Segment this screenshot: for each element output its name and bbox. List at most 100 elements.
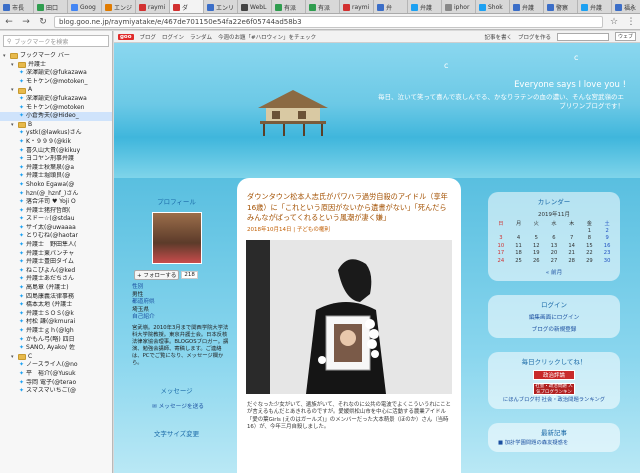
bookmark-item[interactable]: ✦ 四島康義法律事務 — [0, 293, 112, 302]
login-link[interactable]: 編集画面にログイン — [492, 313, 616, 321]
bookmark-item[interactable]: ✦ 弁護士あだちさん — [0, 275, 112, 284]
calendar-day[interactable]: 27 — [545, 257, 563, 264]
expand-icon[interactable]: ▾ — [11, 121, 16, 130]
calendar-day[interactable]: 6 — [545, 235, 563, 242]
bookmark-folder[interactable]: ▾ 弁護士 — [0, 61, 112, 70]
bookmark-folder[interactable]: ▾ C — [0, 353, 112, 362]
toolbar-link-random[interactable]: ランダム — [190, 33, 212, 41]
browser-tab[interactable]: 田口 — [34, 0, 68, 13]
ranking-banner-2[interactable]: 社会・政治問題 人気ブログランキング — [533, 383, 575, 401]
bookmark-item[interactable]: ✦ 弁護士秋葉泉(@a — [0, 164, 112, 173]
profile-line[interactable]: 都道府県 — [132, 299, 235, 307]
calendar-day[interactable]: 11 — [510, 242, 528, 249]
bookmark-item[interactable]: ✦ 高島章 (弁護士) — [0, 284, 112, 293]
calendar-day[interactable]: 25 — [510, 257, 528, 264]
reload-icon[interactable]: ↻ — [37, 16, 49, 28]
calendar-day[interactable]: 21 — [563, 250, 581, 257]
calendar-day[interactable]: 16 — [598, 242, 616, 249]
browser-tab[interactable]: エンジ — [102, 0, 136, 13]
calendar-day[interactable]: 18 — [510, 250, 528, 257]
bookmark-item[interactable]: ✦ 橋本太地 (弁護士 — [0, 301, 112, 310]
expand-icon[interactable]: ▾ — [3, 52, 8, 61]
follow-button[interactable]: + フォローする — [134, 270, 180, 280]
calendar-day[interactable]: 13 — [545, 242, 563, 249]
bookmark-item[interactable]: ✦ サイ太(@uwaaaa — [0, 224, 112, 233]
browser-tab[interactable]: raymi — [136, 0, 170, 13]
calendar-day[interactable]: 14 — [563, 242, 581, 249]
calendar-day[interactable]: 23 — [598, 250, 616, 257]
browser-tab[interactable]: 弁護 — [510, 0, 544, 13]
calendar-day[interactable]: 3 — [492, 235, 510, 242]
bookmark-item[interactable]: ✦ K・９９９(@kik — [0, 138, 112, 147]
calendar-day[interactable]: 2 — [598, 227, 616, 234]
toolbar-link-login[interactable]: ログイン — [162, 33, 184, 41]
bookmark-item[interactable]: ✦ とりむね(@haotar — [0, 232, 112, 241]
bookmark-item[interactable]: ✦ 弁護士豊田タイム — [0, 258, 112, 267]
bookmark-item[interactable]: ✦ 喜久山大貴(@kikuy — [0, 147, 112, 156]
calendar-day[interactable]: 5 — [527, 235, 545, 242]
bookmark-folder[interactable]: ▾ B — [0, 121, 112, 130]
bookmark-folder[interactable]: ▾ A — [0, 86, 112, 95]
bookmark-item[interactable]: ✦ 弁護士堀頭良(@ — [0, 172, 112, 181]
bookmark-item[interactable]: ✦ 深澤諭史(@fukazawa — [0, 69, 112, 78]
calendar-day[interactable]: 4 — [510, 235, 528, 242]
calendar-day[interactable]: 12 — [527, 242, 545, 249]
bookmark-item[interactable]: ✦ 弁護士猪狩哲朗( — [0, 207, 112, 216]
blog-title[interactable]: Everyone says I love you ! — [514, 80, 626, 90]
search-scope-select[interactable]: ウェブ — [614, 32, 636, 41]
browser-tab[interactable]: iphor — [442, 0, 476, 13]
calendar-day[interactable]: 26 — [527, 257, 545, 264]
calendar-day[interactable]: 15 — [581, 242, 599, 249]
calendar-prev-link[interactable]: « 前月 — [492, 268, 616, 276]
bookmark-item[interactable]: ✦ 平 裕介(@Yusuk — [0, 370, 112, 379]
browser-tab[interactable]: 弁護 — [578, 0, 612, 13]
recent-item[interactable]: ■ 加計学園問題の森友疑惑を — [498, 440, 616, 447]
bookmark-item[interactable]: ✦ 小倉秀夫(@Hideo_ — [0, 112, 112, 121]
browser-tab[interactable]: 有派 — [306, 0, 340, 13]
calendar-day[interactable]: 9 — [598, 235, 616, 242]
register-link[interactable]: ブログの新規登録 — [492, 325, 616, 333]
browser-tab[interactable]: Goog — [68, 0, 102, 13]
calendar-day[interactable]: 29 — [581, 257, 599, 264]
expand-icon[interactable]: ▾ — [11, 353, 16, 362]
bookmark-item[interactable]: ✦ スドー☆(@stdau — [0, 215, 112, 224]
calendar-day[interactable]: 20 — [545, 250, 563, 257]
back-icon[interactable]: ← — [3, 16, 15, 28]
bookmark-item[interactable]: ✦ かもん弓(略) 四日 — [0, 336, 112, 345]
calendar-day[interactable]: 7 — [563, 235, 581, 242]
toolbar-link-create[interactable]: ブログを作る — [518, 33, 551, 41]
toolbar-link-topic[interactable]: 今週のお題「#ハロウィン」をチェック — [218, 33, 316, 41]
toolbar-link-blog[interactable]: ブログ — [140, 33, 157, 41]
browser-tab[interactable]: 弁 — [374, 0, 408, 13]
browser-tab[interactable]: ダ — [170, 0, 204, 13]
bookmark-item[interactable]: ✦ 落合洋司 ♥ Yoji O — [0, 198, 112, 207]
bookmark-item[interactable]: ✦ ystk(@lawkus)さん — [0, 129, 112, 138]
bookmark-item[interactable]: ✦ SANO, Ayako/ 佐 — [0, 344, 112, 353]
calendar-day[interactable]: 8 — [581, 235, 599, 242]
bookmark-item[interactable]: ✦ ノースライ人(@no — [0, 361, 112, 370]
profile-line[interactable]: 性別 — [132, 284, 235, 292]
calendar-day[interactable]: 19 — [527, 250, 545, 257]
post-category[interactable]: 子どもの権利 — [297, 227, 330, 233]
calendar-day[interactable]: 28 — [563, 257, 581, 264]
bookmark-item[interactable]: ✦ モトケン(@motoken — [0, 104, 112, 113]
calendar-day[interactable]: 10 — [492, 242, 510, 249]
calendar-day[interactable]: 1 — [581, 227, 599, 234]
calendar-day[interactable]: 24 — [492, 257, 510, 264]
expand-icon[interactable]: ▾ — [11, 86, 16, 95]
bookmark-item[interactable]: ✦ スマスマいちご(@ — [0, 387, 112, 396]
browser-tab[interactable]: 市長 — [0, 0, 34, 13]
toolbar-link-write[interactable]: 記事を書く — [484, 33, 512, 41]
bookmark-folder[interactable]: ▾ ブックマーク バー — [0, 52, 112, 61]
bookmark-item[interactable]: ✦ 深澤諭史(@fukazawa — [0, 95, 112, 104]
post-date[interactable]: 2018年10月14日 — [247, 227, 292, 233]
bookmark-item[interactable]: ✦ 弁護士ＳＯＳ(@k — [0, 310, 112, 319]
browser-tab[interactable]: raymi — [340, 0, 374, 13]
calendar-day[interactable]: 30 — [598, 257, 616, 264]
address-bar[interactable] — [54, 15, 603, 28]
star-icon[interactable]: ☆ — [608, 16, 620, 28]
bookmark-item[interactable]: ✦ 弁護士ｇｈ(@lgh — [0, 327, 112, 336]
post-title[interactable]: ダウンタウン松本人志氏がパワハラ過労自殺のアイドル（享年16歳）に「これという原… — [247, 192, 451, 224]
calendar-day[interactable]: 17 — [492, 250, 510, 257]
toolbar-search-input[interactable] — [556, 32, 609, 41]
